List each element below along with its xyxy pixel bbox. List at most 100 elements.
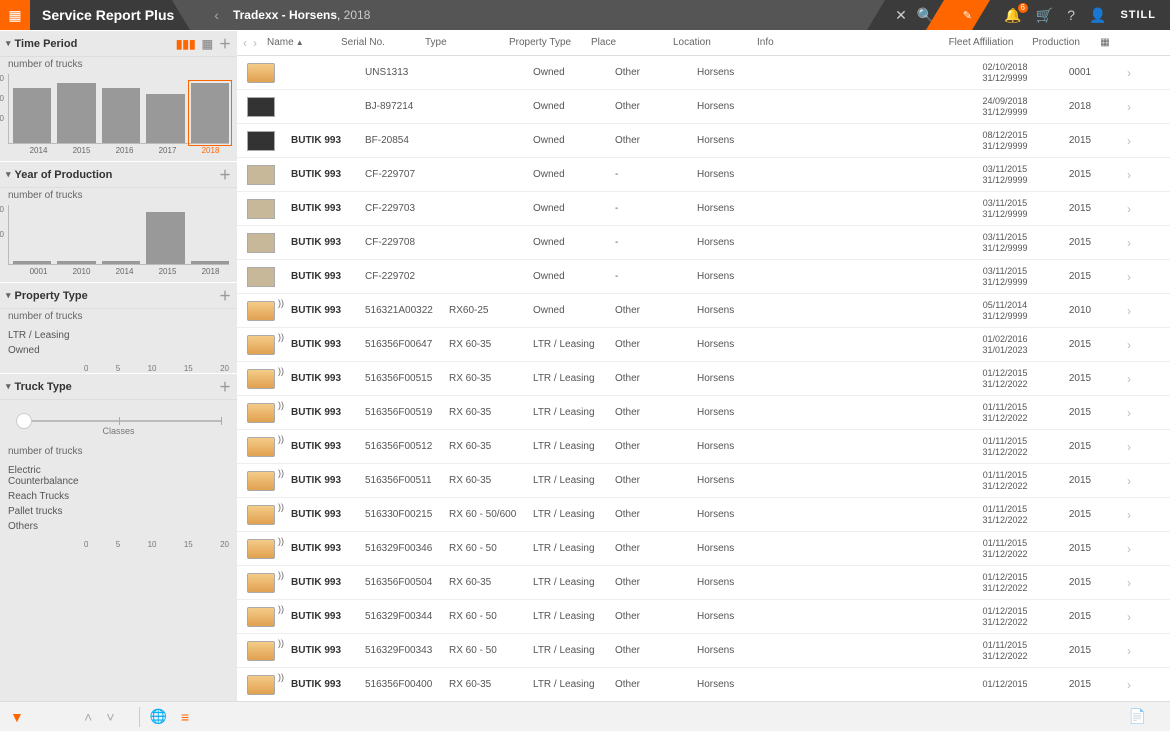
- bar-chart-icon[interactable]: ▮▮▮: [176, 37, 196, 51]
- table-row[interactable]: BUTIK 993CF-229707Owned-Horsens03/11/201…: [237, 158, 1170, 192]
- cell-property: LTR / Leasing: [529, 509, 611, 520]
- hbar-row[interactable]: Reach Trucks: [8, 491, 229, 502]
- bar-2017[interactable]: [146, 94, 184, 143]
- cell-location: Horsens: [693, 339, 777, 350]
- row-expand-icon[interactable]: ›: [1117, 678, 1141, 692]
- bar-2014[interactable]: [102, 261, 140, 264]
- table-row[interactable]: BUTIK 993BF-20854OwnedOtherHorsens08/12/…: [237, 124, 1170, 158]
- breadcrumb-company: Tradexx - Horsens: [233, 8, 337, 22]
- table-row[interactable]: BUTIK 993CF-229703Owned-Horsens03/11/201…: [237, 192, 1170, 226]
- table-row[interactable]: BUTIK 993516329F00346RX 60 - 50LTR / Lea…: [237, 532, 1170, 566]
- hbar-row[interactable]: Electric Counterbalance: [8, 465, 229, 487]
- breadcrumb-back-icon[interactable]: ‹: [214, 7, 219, 23]
- hbar-row[interactable]: Pallet trucks: [8, 506, 229, 517]
- filter-icon[interactable]: ▼: [10, 709, 24, 725]
- add-icon[interactable]: ＋: [219, 378, 231, 395]
- chart-truck-type[interactable]: Electric Counterbalance Reach Trucks Palle…: [0, 461, 237, 540]
- table-icon[interactable]: ▦: [202, 37, 213, 51]
- next-page-icon[interactable]: ›: [253, 36, 257, 50]
- close-icon[interactable]: ✕: [895, 7, 907, 24]
- table-row[interactable]: BUTIK 993CF-229708Owned-Horsens03/11/201…: [237, 226, 1170, 260]
- chart-property-type[interactable]: LTR / Leasing Owned: [0, 326, 237, 364]
- breadcrumb[interactable]: Tradexx - Horsens, 2018: [233, 8, 370, 22]
- row-expand-icon[interactable]: ›: [1117, 406, 1141, 420]
- row-expand-icon[interactable]: ›: [1117, 66, 1141, 80]
- col-production[interactable]: Production: [1019, 37, 1093, 48]
- col-place[interactable]: Place: [587, 37, 669, 48]
- table-row[interactable]: BUTIK 993516321A00322RX60-25OwnedOtherHo…: [237, 294, 1170, 328]
- col-settings-icon[interactable]: ▦: [1093, 37, 1117, 48]
- help-icon[interactable]: ?: [1067, 7, 1075, 23]
- row-expand-icon[interactable]: ›: [1117, 644, 1141, 658]
- row-expand-icon[interactable]: ›: [1117, 100, 1141, 114]
- table-row[interactable]: BUTIK 993516356F00519RX 60-35LTR / Leasi…: [237, 396, 1170, 430]
- cell-location: Horsens: [693, 441, 777, 452]
- bar-0001[interactable]: [13, 261, 51, 264]
- bar-2015[interactable]: [146, 212, 184, 264]
- add-icon[interactable]: ＋: [219, 35, 231, 52]
- globe-icon[interactable]: 🌐: [150, 708, 167, 725]
- row-expand-icon[interactable]: ›: [1117, 372, 1141, 386]
- panel-header-property-type[interactable]: ▾ Property Type ＋: [0, 282, 237, 309]
- table-row[interactable]: BUTIK 993516356F00512RX 60-35LTR / Leasi…: [237, 430, 1170, 464]
- table-row[interactable]: BUTIK 993516329F00343RX 60 - 50LTR / Lea…: [237, 634, 1170, 668]
- table-row[interactable]: BUTIK 993516330F00215RX 60 - 50/600LTR /…: [237, 498, 1170, 532]
- user-icon[interactable]: 👤: [1089, 7, 1106, 24]
- table-row[interactable]: BUTIK 993516356F00647RX 60-35LTR / Leasi…: [237, 328, 1170, 362]
- bar-2014[interactable]: [13, 88, 51, 143]
- bar-2010[interactable]: [57, 261, 95, 264]
- panel-header-time-period[interactable]: ▾ Time Period ▮▮▮ ▦ ＋: [0, 30, 237, 57]
- col-serial[interactable]: Serial No.: [337, 37, 421, 48]
- notifications-icon[interactable]: 🔔6: [1004, 7, 1021, 24]
- row-expand-icon[interactable]: ›: [1117, 270, 1141, 284]
- table-row[interactable]: BUTIK 993516356F00511RX 60-35LTR / Leasi…: [237, 464, 1170, 498]
- row-expand-icon[interactable]: ›: [1117, 304, 1141, 318]
- panel-header-year-production[interactable]: ▾ Year of Production ＋: [0, 161, 237, 188]
- app-menu-icon[interactable]: ▦: [0, 0, 30, 30]
- export-icon[interactable]: 📄: [1129, 708, 1146, 725]
- row-expand-icon[interactable]: ›: [1117, 576, 1141, 590]
- table-row[interactable]: BUTIK 993516356F00515RX 60-35LTR / Leasi…: [237, 362, 1170, 396]
- bar-2016[interactable]: [102, 88, 140, 143]
- add-icon[interactable]: ＋: [219, 287, 231, 304]
- col-type[interactable]: Type: [421, 37, 505, 48]
- row-expand-icon[interactable]: ›: [1117, 338, 1141, 352]
- row-expand-icon[interactable]: ›: [1117, 134, 1141, 148]
- chart-time-period[interactable]: 3020100 20142015201620172018: [0, 74, 237, 161]
- row-expand-icon[interactable]: ›: [1117, 508, 1141, 522]
- col-info[interactable]: Info: [753, 37, 943, 48]
- hbar-row[interactable]: Owned: [8, 345, 229, 356]
- cell-production: 2015: [1043, 203, 1117, 214]
- collapse-down-icon[interactable]: ˅: [106, 709, 114, 725]
- table-row[interactable]: BUTIK 993516329F00344RX 60 - 50LTR / Lea…: [237, 600, 1170, 634]
- table-row[interactable]: UNS1313OwnedOtherHorsens02/10/201831/12/…: [237, 56, 1170, 90]
- row-expand-icon[interactable]: ›: [1117, 542, 1141, 556]
- bar-2018[interactable]: [191, 83, 229, 143]
- row-expand-icon[interactable]: ›: [1117, 202, 1141, 216]
- hbar-row[interactable]: Others: [8, 521, 229, 532]
- table-row[interactable]: BUTIK 993CF-229702Owned-Horsens03/11/201…: [237, 260, 1170, 294]
- col-property-type[interactable]: Property Type: [505, 37, 587, 48]
- row-expand-icon[interactable]: ›: [1117, 440, 1141, 454]
- bar-2018[interactable]: [191, 261, 229, 264]
- truck-class-slider[interactable]: Classes: [0, 400, 237, 444]
- table-row[interactable]: BJ-897214OwnedOtherHorsens24/09/201831/1…: [237, 90, 1170, 124]
- table-row[interactable]: BUTIK 993516356F00504RX 60-35LTR / Leasi…: [237, 566, 1170, 600]
- add-icon[interactable]: ＋: [219, 166, 231, 183]
- col-name[interactable]: Name▲: [263, 37, 337, 48]
- bar-2015[interactable]: [57, 83, 95, 143]
- col-location[interactable]: Location: [669, 37, 753, 48]
- collapse-up-icon[interactable]: ˄: [84, 709, 92, 725]
- row-expand-icon[interactable]: ›: [1117, 236, 1141, 250]
- prev-page-icon[interactable]: ‹: [243, 36, 247, 50]
- panel-header-truck-type[interactable]: ▾ Truck Type ＋: [0, 373, 237, 400]
- row-expand-icon[interactable]: ›: [1117, 168, 1141, 182]
- col-fleet[interactable]: Fleet Affiliation: [943, 37, 1019, 48]
- row-expand-icon[interactable]: ›: [1117, 610, 1141, 624]
- cart-icon[interactable]: 🛒: [1036, 7, 1053, 24]
- hbar-row[interactable]: LTR / Leasing: [8, 330, 229, 341]
- list-view-icon[interactable]: ≡: [181, 709, 189, 725]
- row-expand-icon[interactable]: ›: [1117, 474, 1141, 488]
- table-row[interactable]: BUTIK 993516356F00400RX 60-35LTR / Leasi…: [237, 668, 1170, 701]
- chart-year-production[interactable]: 20100 00012010201420152018: [0, 205, 237, 282]
